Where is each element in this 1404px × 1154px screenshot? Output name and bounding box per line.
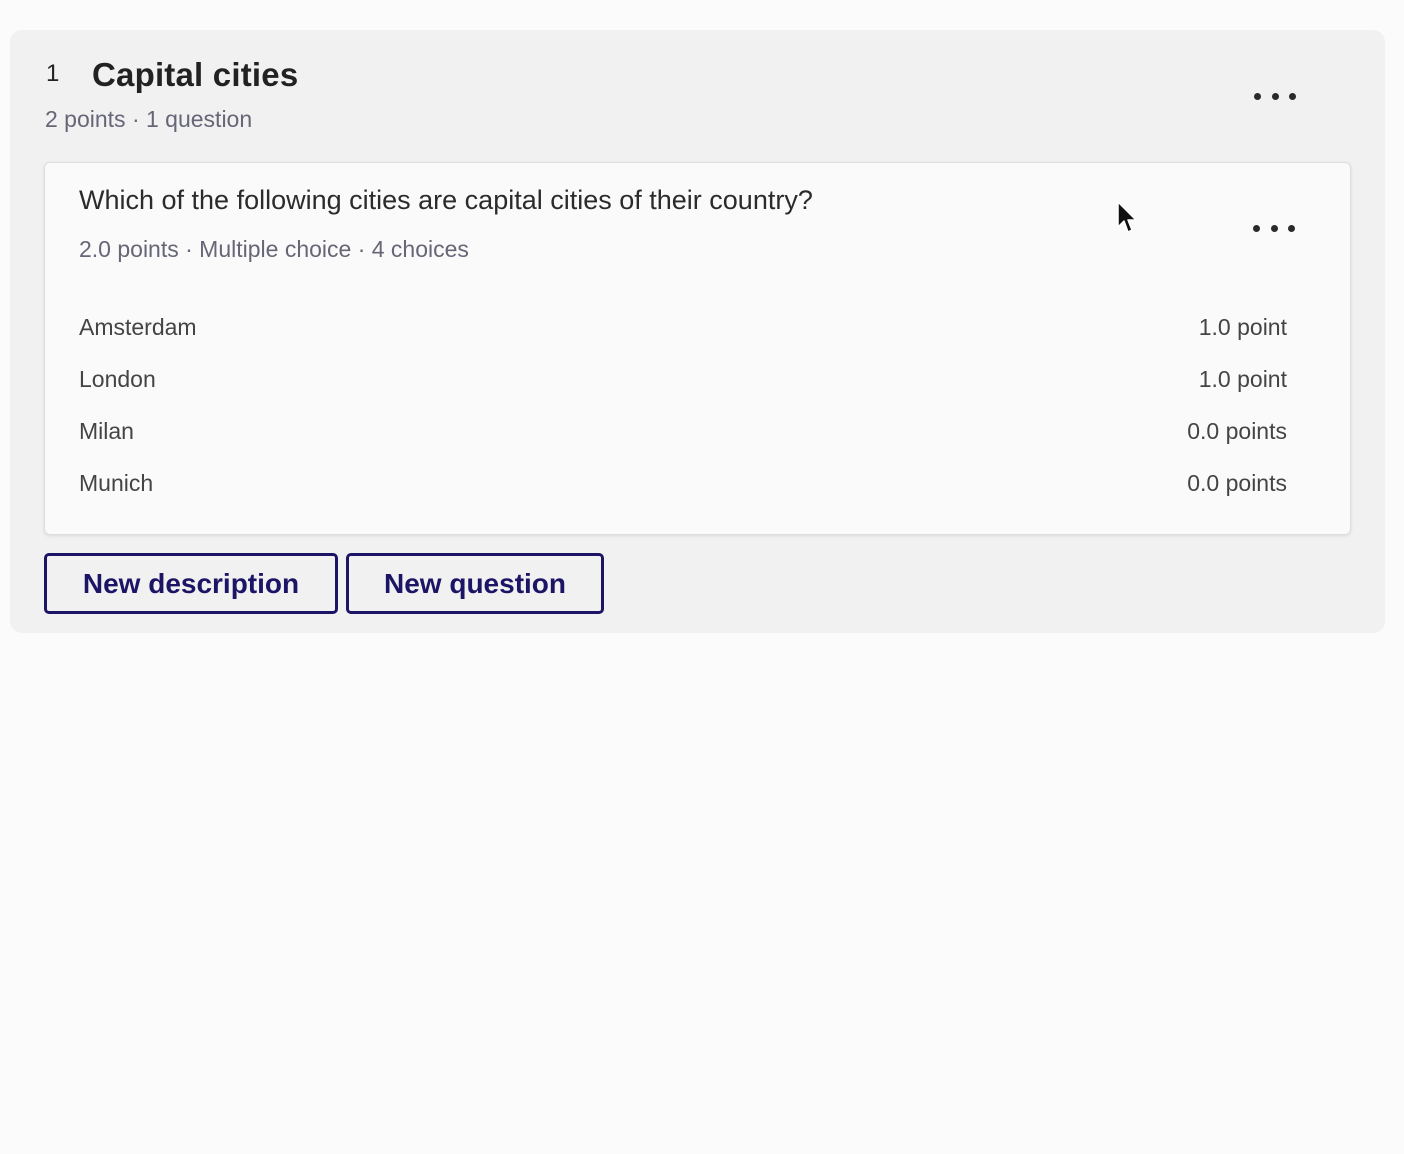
- question-text: Which of the following cities are capita…: [79, 185, 813, 215]
- new-question-button[interactable]: New question: [346, 553, 604, 614]
- question-meta: 2.0 points · Multiple choice · 4 choices: [79, 236, 469, 262]
- choice-row: London 1.0 point: [79, 353, 1287, 405]
- dot: [1271, 92, 1279, 100]
- choice-label: Milan: [79, 418, 134, 444]
- choice-points: 0.0 points: [1187, 470, 1287, 496]
- choice-label: London: [79, 366, 156, 392]
- choice-points: 0.0 points: [1187, 418, 1287, 444]
- section-meta: 2 points · 1 question: [45, 106, 253, 132]
- section-more-options-icon[interactable]: [1254, 83, 1296, 109]
- mouse-pointer-icon: [1117, 201, 1137, 233]
- dot: [1253, 224, 1260, 232]
- choice-row: Milan 0.0 points: [79, 405, 1287, 457]
- choice-row: Amsterdam 1.0 point: [79, 301, 1287, 353]
- dot: [1289, 92, 1296, 100]
- question-more-options-icon[interactable]: [1253, 215, 1295, 241]
- section-number: 1: [46, 60, 60, 87]
- choice-row: Munich 0.0 points: [79, 457, 1287, 509]
- choice-label: Munich: [79, 470, 154, 496]
- choice-points: 1.0 point: [1198, 366, 1287, 392]
- choice-list: Amsterdam 1.0 point London 1.0 point Mil…: [79, 301, 1287, 509]
- dot: [1254, 92, 1261, 100]
- choice-points: 1.0 point: [1198, 314, 1287, 340]
- section-title: Capital cities: [92, 56, 299, 93]
- quiz-section: 1 Capital cities 2 points · 1 question W…: [10, 30, 1385, 633]
- question-card[interactable]: Which of the following cities are capita…: [44, 162, 1351, 535]
- choice-label: Amsterdam: [79, 314, 197, 340]
- new-description-button[interactable]: New description: [44, 553, 338, 614]
- dot: [1270, 224, 1278, 232]
- dot: [1288, 224, 1295, 232]
